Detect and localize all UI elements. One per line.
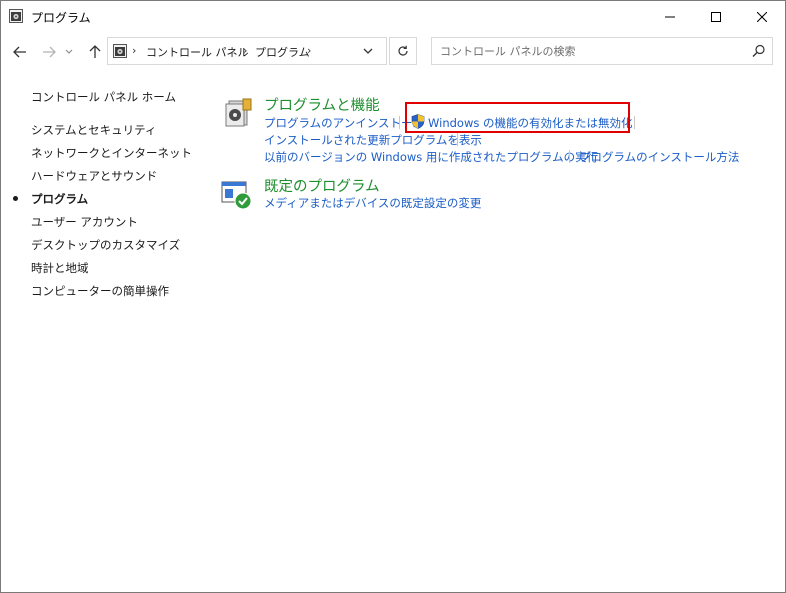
minimize-icon <box>665 16 675 17</box>
breadcrumb-separator-icon[interactable]: › <box>132 44 136 57</box>
search-icon[interactable] <box>752 44 766 58</box>
run-older-programs-link[interactable]: 以前のバージョンの Windows 用に作成されたプログラムの実行 <box>264 149 598 165</box>
default-programs-title[interactable]: 既定のプログラム <box>264 175 380 196</box>
breadcrumb-control-panel[interactable]: コントロール パネル <box>146 44 249 60</box>
recent-locations-button[interactable] <box>63 42 75 62</box>
highlight-box <box>405 102 630 133</box>
sidebar-item-hardware-sound[interactable]: ハードウェアとサウンド <box>31 168 157 184</box>
breadcrumb-separator-icon[interactable]: › <box>307 44 311 57</box>
sidebar-item-system-security[interactable]: システムとセキュリティ <box>31 122 156 138</box>
arrow-left-icon <box>13 46 26 58</box>
breadcrumb-programs[interactable]: プログラム <box>255 44 310 60</box>
breadcrumb-separator-icon[interactable]: › <box>243 44 247 57</box>
sidebar-item-appearance[interactable]: デスクトップのカスタマイズ <box>31 237 180 253</box>
close-button[interactable] <box>739 1 785 32</box>
programs-features-icon[interactable] <box>223 97 255 129</box>
sidebar-item-ease-of-access[interactable]: コンピューターの簡単操作 <box>31 283 169 299</box>
up-button[interactable] <box>85 42 105 62</box>
back-button[interactable] <box>10 42 30 62</box>
navigation-bar: › コントロール パネル › プログラム › <box>1 32 785 72</box>
change-media-defaults-link[interactable]: メディアまたはデバイスの既定設定の変更 <box>264 195 481 211</box>
sidebar-item-network[interactable]: ネットワークとインターネット <box>31 145 192 161</box>
link-divider <box>399 116 400 129</box>
link-divider <box>457 133 458 146</box>
forward-button[interactable] <box>39 42 59 62</box>
arrow-right-icon <box>43 46 56 58</box>
maximize-button[interactable] <box>693 1 739 32</box>
programs-features-title[interactable]: プログラムと機能 <box>264 94 380 115</box>
control-panel-window: プログラム › コントロール パネル › プログラム › コントロール パネルの… <box>0 0 786 593</box>
chevron-down-icon <box>65 49 73 54</box>
sidebar-item-programs[interactable]: プログラム <box>31 191 88 207</box>
sidebar-item-user-accounts[interactable]: ユーザー アカウント <box>31 214 138 230</box>
view-installed-updates-link[interactable]: インストールされた更新プログラムを表示 <box>264 132 482 148</box>
close-icon <box>757 11 767 22</box>
search-box[interactable] <box>431 37 773 65</box>
minimize-button[interactable] <box>647 1 693 32</box>
refresh-icon <box>398 45 408 56</box>
link-divider <box>634 116 635 129</box>
address-dropdown-icon[interactable] <box>362 46 374 56</box>
control-panel-icon <box>113 44 127 58</box>
control-panel-app-icon <box>9 9 23 23</box>
title-bar: プログラム <box>1 1 785 32</box>
address-bar[interactable]: › コントロール パネル › プログラム › <box>107 37 387 65</box>
active-bullet-icon <box>13 196 18 201</box>
window-title: プログラム <box>31 11 91 25</box>
refresh-button[interactable] <box>389 37 417 65</box>
sidebar-home-link[interactable]: コントロール パネル ホーム <box>31 89 176 105</box>
search-input[interactable] <box>440 43 740 59</box>
sidebar-item-clock-region[interactable]: 時計と地域 <box>31 260 89 276</box>
how-to-install-program-link[interactable]: プログラムのインストール方法 <box>579 149 739 165</box>
link-divider <box>569 150 570 163</box>
default-programs-icon[interactable] <box>221 179 253 211</box>
maximize-icon <box>711 11 721 22</box>
arrow-up-icon <box>89 45 101 58</box>
